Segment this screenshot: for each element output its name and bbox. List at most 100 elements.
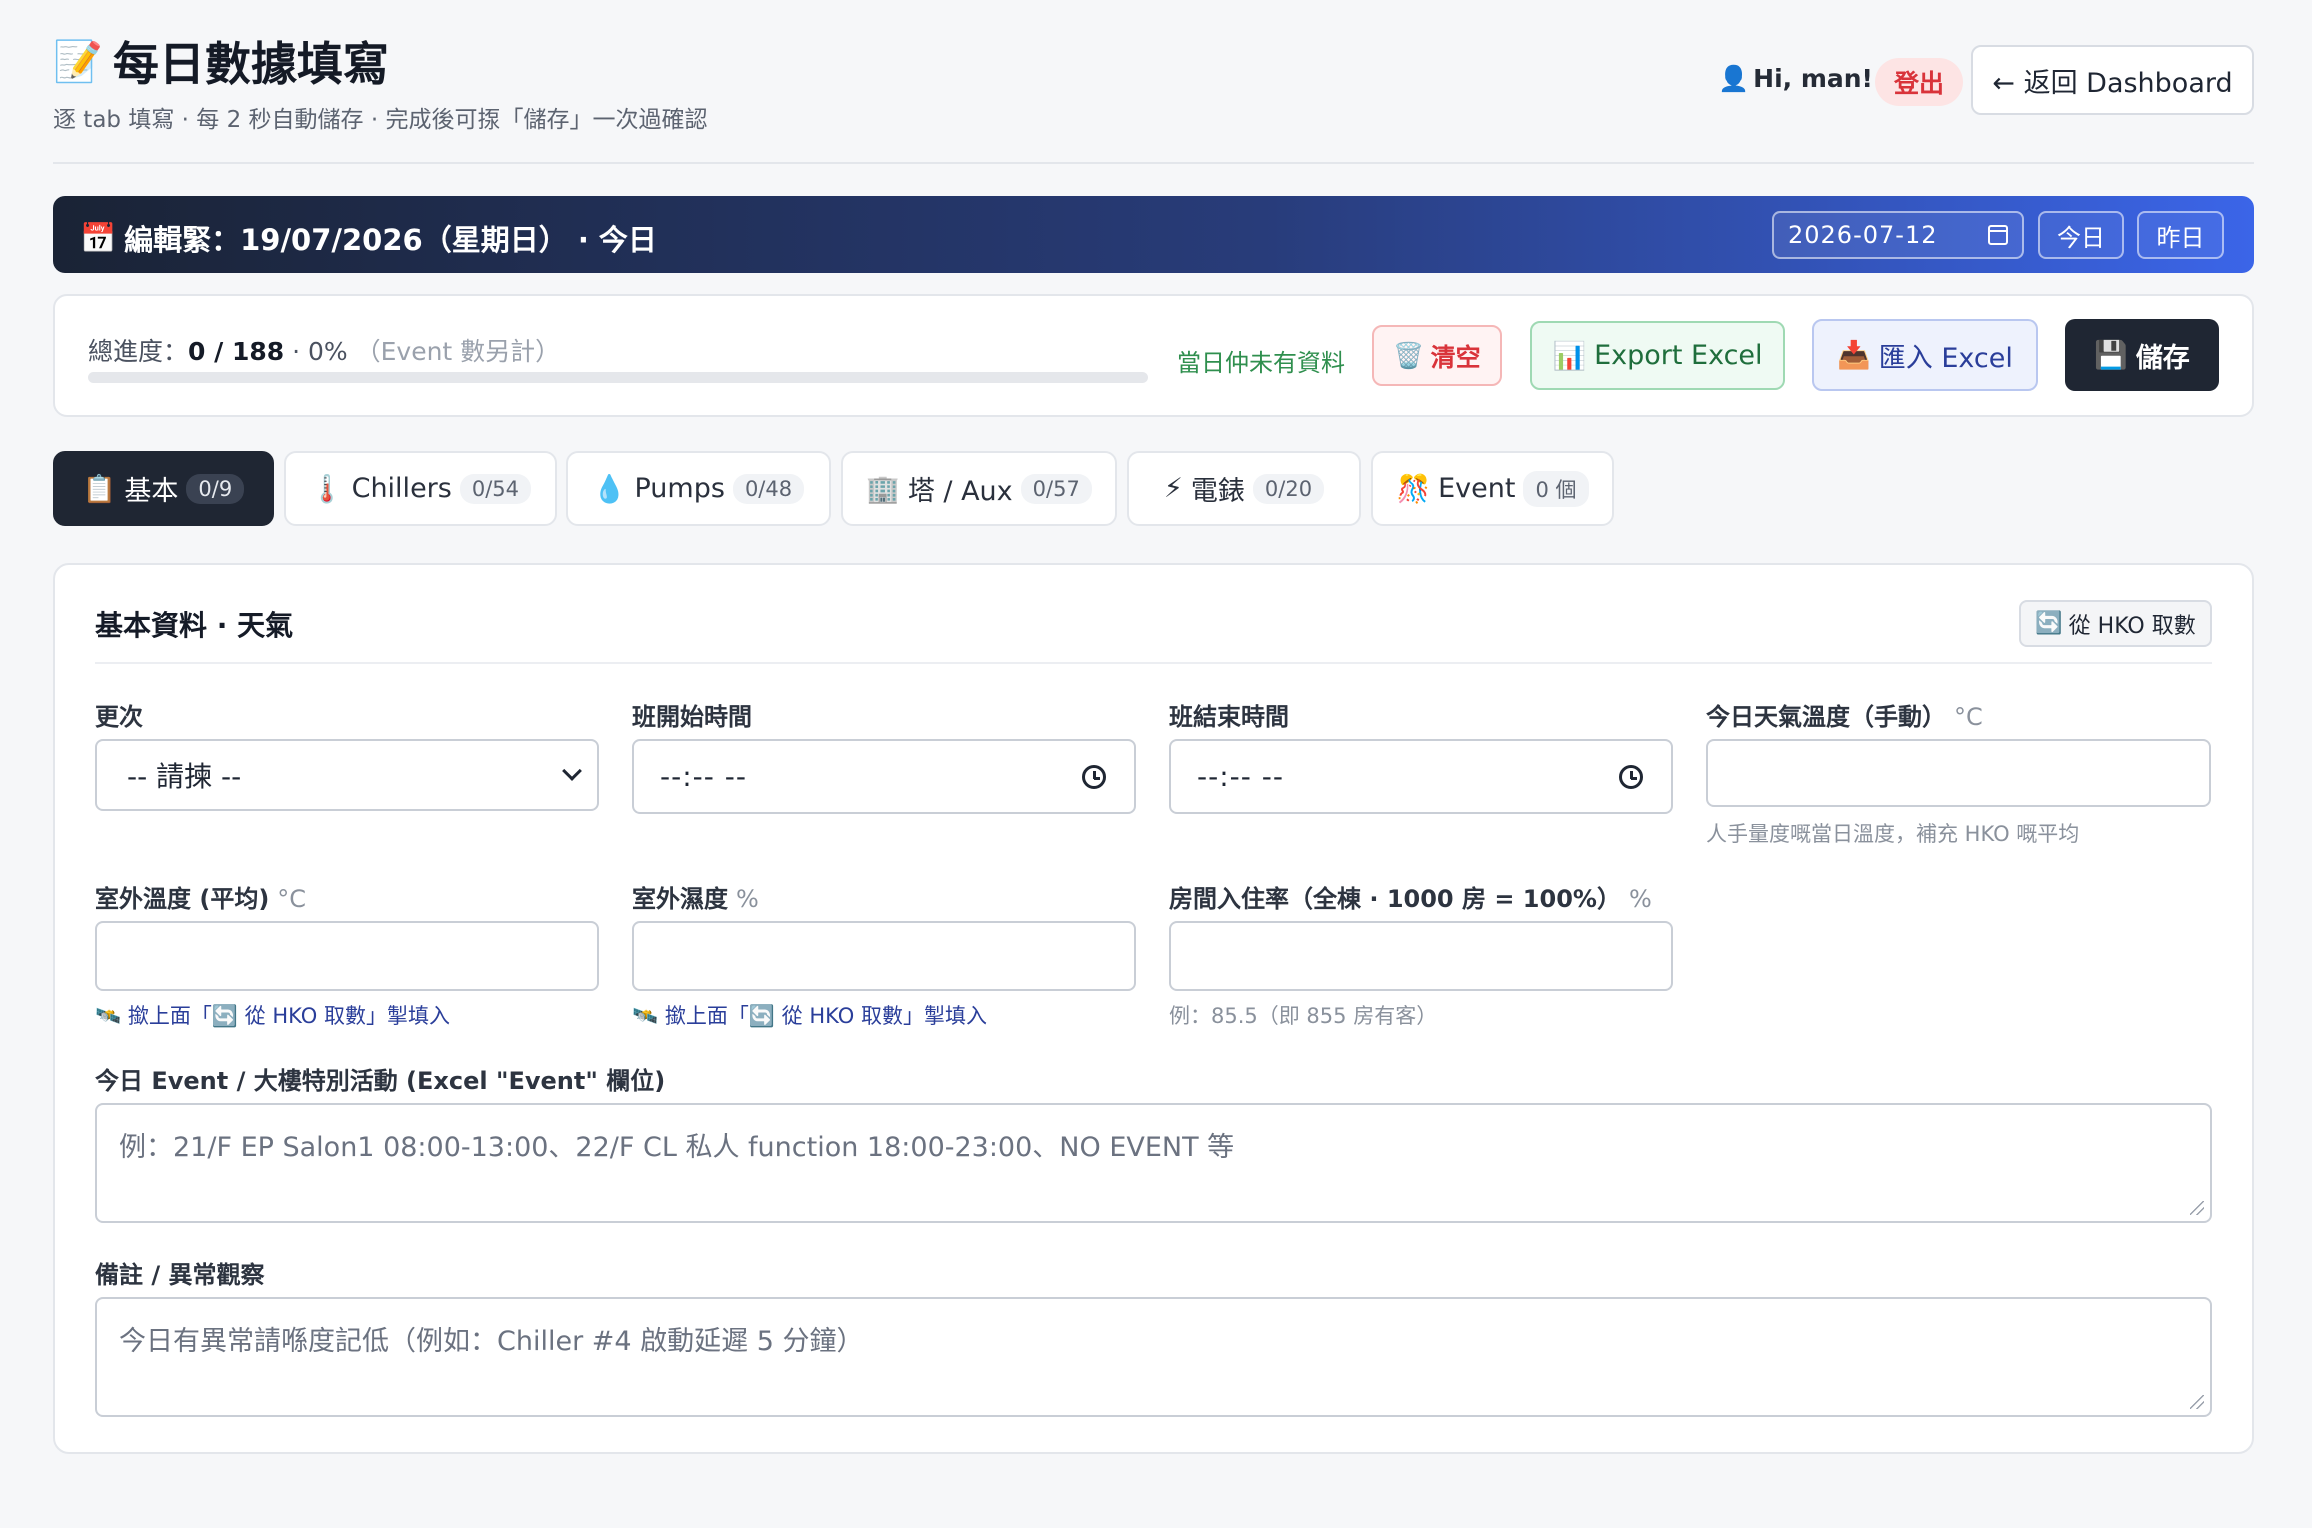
save-button[interactable]: 💾 儲存 [2065,319,2219,391]
shift-select[interactable]: -- 請揀 -- [95,739,599,811]
inbox-tray-icon: 📥 [1837,340,1871,371]
resize-grip-icon[interactable] [2190,1395,2204,1409]
section-divider [95,662,2212,664]
memo-icon: 📝 [53,38,103,85]
page-subtitle: 逐 tab 填寫 · 每 2 秒自動儲存 · 完成後可揼「儲存」一次過確認 [53,107,708,133]
shift-end-time-value: --:-- -- [1197,760,1284,793]
clock-icon[interactable] [1619,764,1643,789]
shift-select-value: -- 請揀 -- [127,760,242,793]
occupancy-input[interactable] [1169,921,1673,991]
tab-event[interactable]: 🎊 Event 0 個 [1371,451,1614,526]
notes-textarea[interactable]: 今日有異常請喺度記低（例如：Chiller #4 啟動延遲 5 分鐘） [95,1297,2212,1417]
tab-event-label: Event [1438,473,1516,504]
occupancy-label: 房間入住率（全棟 · 1000 房 = 100%）% [1169,879,1652,914]
manual-temp-unit: °C [1954,703,1983,731]
today-button[interactable]: 今日 [2038,211,2124,259]
calendar-picker-icon[interactable] [1988,225,2008,245]
chevron-down-icon [562,761,582,781]
humidity-input[interactable] [632,921,1136,991]
progress-note: （Event 數另計） [355,337,561,366]
shift-start-label: 班開始時間 [632,703,752,731]
clock-icon[interactable] [1082,764,1106,789]
outdoor-temp-label: 室外溫度 (平均) °C [95,879,306,914]
shift-start-time-input[interactable]: --:-- -- [632,739,1136,814]
tab-chillers-label: Chillers [351,473,452,504]
manual-temp-hint: 人手量度嘅當日溫度，補充 HKO 嘅平均 [1706,822,2080,846]
progress-bar [88,372,1148,383]
humidity-label: 室外濕度% [632,879,759,914]
droplet-icon: 💧 [592,473,627,505]
humidity-label-text: 室外濕度 [632,885,728,913]
notes-placeholder: 今日有異常請喺度記低（例如：Chiller #4 啟動延遲 5 分鐘） [119,1326,864,1357]
occupancy-label-text: 房間入住率（全棟 · 1000 房 = 100%） [1169,885,1621,913]
occupancy-unit: % [1628,885,1652,913]
outdoor-temp-label-text: 室外溫度 (平均) [95,885,270,913]
humidity-hint: 🛰️ 撳上面「🔄 從 HKO 取數」掣填入 [632,1004,987,1028]
yesterday-button[interactable]: 昨日 [2137,211,2224,259]
shift-label: 更次 [95,703,143,731]
notes-label: 備註 / 異常觀察 [95,1261,265,1289]
export-excel-button[interactable]: 📊 Export Excel [1530,321,1785,390]
shift-end-time-input[interactable]: --:-- -- [1169,739,1673,814]
tab-pumps-label: Pumps [634,473,725,504]
progress-count: 0 / 188 [188,337,285,366]
calendar-icon: 📅 [80,220,117,255]
clear-button-label: 清空 [1430,342,1481,372]
manual-temp-input[interactable] [1706,739,2211,807]
data-status-text: 當日仲未有資料 [1177,349,1345,377]
import-excel-label: 匯入 Excel [1878,342,2013,374]
clear-button[interactable]: 🗑️ 清空 [1372,325,1502,386]
event-label: 今日 Event / 大樓特別活動 (Excel "Event" 欄位) [95,1067,666,1095]
resize-grip-icon[interactable] [2190,1201,2204,1215]
page-title: 📝 每日數據填寫 [53,28,389,94]
tab-tower-aux-label: 塔 / Aux [907,476,1013,507]
tab-basic[interactable]: 📋 基本 0/9 [53,451,274,526]
user-icon: 👤 [1718,64,1750,93]
section-title: 基本資料 · 天氣 [95,609,294,642]
outdoor-temp-hint: 🛰️ 撳上面「🔄 從 HKO 取數」掣填入 [95,1004,450,1028]
greeting-text: Hi, man! [1753,64,1873,93]
humidity-unit: % [736,885,759,913]
clipboard-icon: 📋 [82,473,117,505]
manual-temp-label: 今日天氣溫度（手動） °C [1706,697,1983,732]
export-excel-label: Export Excel [1594,340,1763,371]
tab-pumps[interactable]: 💧 Pumps 0/48 [566,451,831,526]
tab-meters[interactable]: ⚡ 電錶 0/20 [1127,451,1361,526]
tab-tower-aux[interactable]: 🏢 塔 / Aux 0/57 [841,451,1117,526]
confetti-icon: 🎊 [1396,473,1431,505]
editing-date-text: 編輯緊：19/07/2026（星期日） · 今日 [124,223,657,257]
date-picker-input[interactable]: 2026-07-12 [1772,211,2024,259]
building-icon: 🏢 [866,473,900,505]
floppy-disk-icon: 💾 [2094,340,2128,371]
tab-tower-aux-count: 0/57 [1020,473,1092,504]
tab-basic-label: 基本 [124,476,179,507]
event-placeholder: 例：21/F EP Salon1 08:00-13:00、22/F CL 私人 … [119,1132,1235,1163]
trash-icon: 🗑️ [1393,340,1425,370]
date-picker-value: 2026-07-12 [1788,221,1938,249]
tab-meters-count: 0/20 [1252,473,1325,504]
lightning-icon: ⚡ [1163,473,1183,504]
back-to-dashboard-button[interactable]: ← 返回 Dashboard [1971,45,2254,115]
shift-end-label: 班結束時間 [1169,703,1289,731]
fetch-hko-button[interactable]: 🔄 從 HKO 取數 [2019,600,2212,647]
fetch-hko-label: 從 HKO 取數 [2068,613,2196,639]
header-divider [53,162,2254,164]
user-greeting: 👤 Hi, man! [1718,64,1873,94]
tab-chillers-count: 0/54 [459,473,532,504]
shift-start-time-value: --:-- -- [660,760,747,793]
bar-chart-icon: 📊 [1552,340,1587,372]
page-title-text: 每日數據填寫 [112,37,389,91]
import-excel-button[interactable]: 📥 匯入 Excel [1812,319,2038,391]
thermometer-icon: 🌡️ [309,473,344,505]
save-button-label: 儲存 [2135,342,2190,374]
outdoor-temp-input[interactable] [95,921,599,991]
tab-meters-label: 電錶 [1190,476,1245,507]
progress-prefix: 總進度： [88,337,189,366]
manual-temp-label-text: 今日天氣溫度（手動） [1706,703,1946,731]
logout-button[interactable]: 登出 [1875,58,1963,106]
tab-pumps-count: 0/48 [732,473,805,504]
progress-summary: 總進度：0 / 188 · 0% （Event 數另計） [88,332,560,368]
tab-chillers[interactable]: 🌡️ Chillers 0/54 [284,451,557,526]
refresh-icon: 🔄 [2035,611,2063,636]
event-textarea[interactable]: 例：21/F EP Salon1 08:00-13:00、22/F CL 私人 … [95,1103,2212,1223]
